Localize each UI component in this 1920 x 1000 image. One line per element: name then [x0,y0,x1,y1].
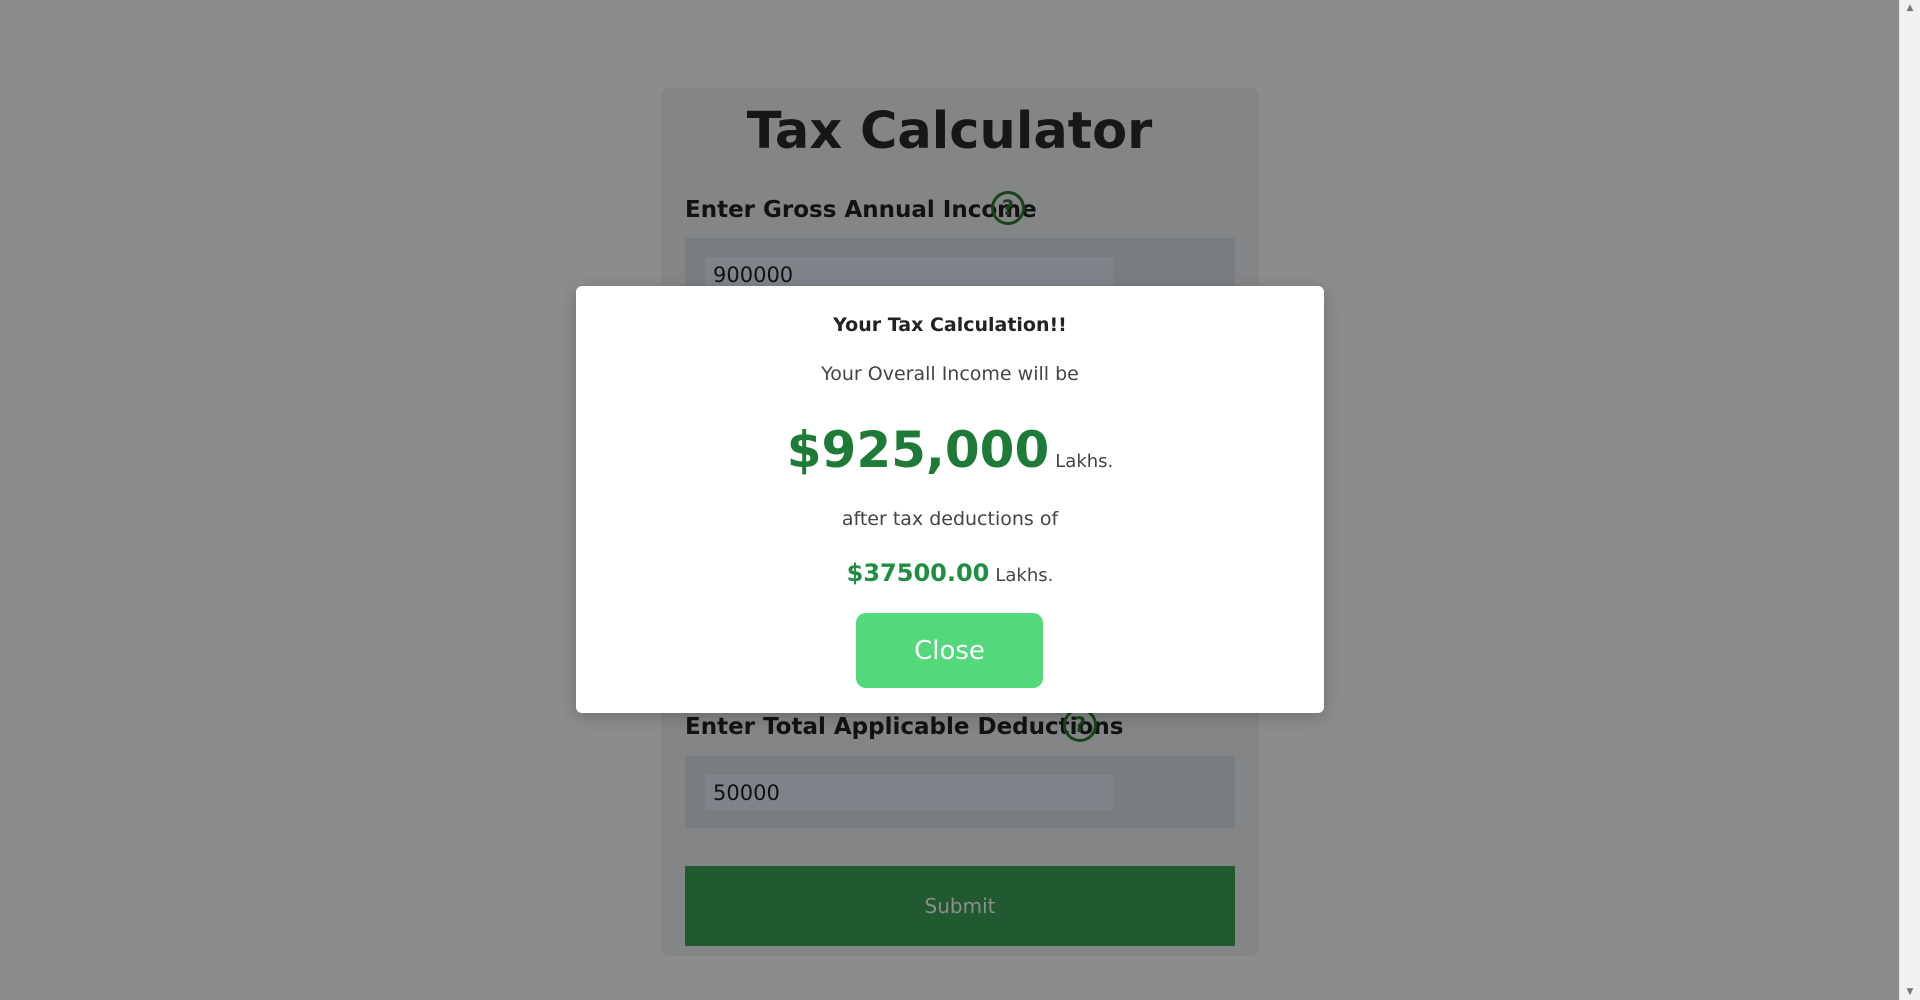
close-button[interactable]: Close [856,613,1043,688]
overall-income-row: $925,000 Lakhs. [576,421,1324,479]
modal-title: Your Tax Calculation!! [833,314,1067,336]
scroll-up-icon[interactable]: ▲ [1900,0,1920,16]
overall-income-intro: Your Overall Income will be [821,363,1079,385]
scroll-down-icon[interactable]: ▼ [1900,984,1920,1000]
overall-income-amount: $925,000 [786,421,1050,479]
tax-deduction-row: $37500.00 Lakhs. [576,559,1324,587]
vertical-scrollbar[interactable]: ▲ ▼ [1899,0,1920,1000]
tax-deduction-amount: $37500.00 [846,559,990,587]
tax-deduction-unit: Lakhs. [995,565,1054,586]
tax-result-modal: Your Tax Calculation!! Your Overall Inco… [576,286,1324,713]
tax-deduction-intro: after tax deductions of [841,508,1059,530]
overall-income-unit: Lakhs. [1055,451,1114,472]
